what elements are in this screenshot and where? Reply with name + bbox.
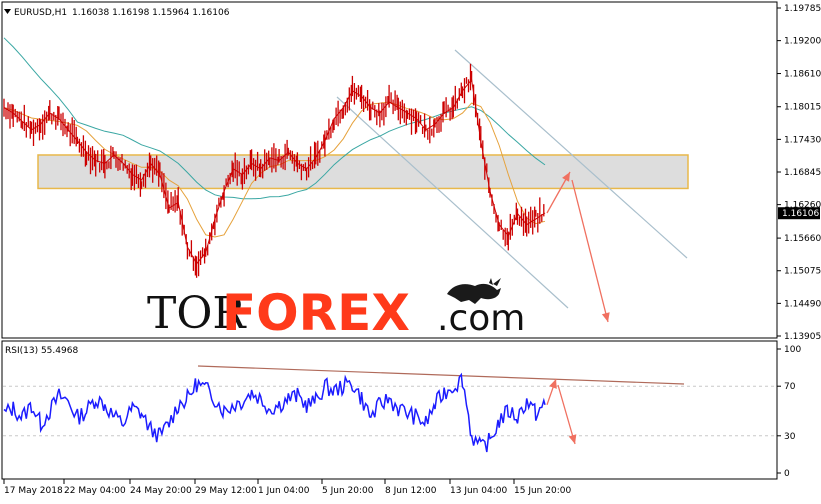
price-tick-label: 1.18015	[784, 103, 821, 113]
chart-svg: EURUSD,H1 1.16038 1.16198 1.15964 1.1610…	[1, 1, 821, 496]
watermark: TOR FOREX .com	[147, 278, 525, 342]
price-tick-label: 1.15660	[784, 234, 821, 244]
time-tick-label: 29 May 12:00	[195, 486, 257, 496]
price-tick-label: 1.19785	[784, 4, 821, 14]
time-tick-label: 1 Jun 04:00	[258, 486, 310, 496]
rsi-tick-label: 0	[784, 469, 790, 479]
rsi-tick-label: 70	[784, 382, 796, 392]
chart-root: EURUSD,H1 1.16038 1.16198 1.15964 1.1610…	[0, 0, 821, 500]
watermark-forex: FOREX	[222, 284, 410, 342]
time-tick-label: 24 May 20:00	[130, 486, 192, 496]
last-price-tag: 1.16106	[778, 207, 820, 220]
watermark-com: .com	[437, 298, 525, 339]
time-tick-label: 15 Jun 20:00	[514, 486, 571, 496]
time-tick-label: 22 May 04:00	[64, 486, 126, 496]
rsi-panel-frame	[1, 340, 778, 480]
rsi-label: RSI(13) 55.4968	[5, 346, 78, 356]
price-tick-label: 1.16845	[784, 168, 821, 178]
price-axis: 1.19785 1.19200 1.18610 1.18015 1.17430 1.168…	[777, 4, 821, 342]
rsi-axis: 100 70 30 0	[777, 345, 801, 479]
price-tick-label: 1.19200	[784, 37, 821, 47]
time-axis: 17 May 2018 22 May 04:00 24 May 20:00 29 Ma…	[3, 479, 571, 496]
symbol-label: EURUSD,H1	[14, 8, 67, 18]
last-price-value: 1.16106	[782, 209, 819, 219]
price-tick-label: 1.18610	[784, 70, 821, 80]
rsi-tick-label: 30	[784, 432, 796, 442]
price-tick-label: 1.17430	[784, 135, 821, 145]
ohlc-label: 1.16038 1.16198 1.15964 1.16106	[72, 8, 230, 18]
time-tick-label: 13 Jun 04:00	[450, 486, 507, 496]
price-tick-label: 1.15075	[784, 267, 821, 277]
header: EURUSD,H1 1.16038 1.16198 1.15964 1.1610…	[4, 8, 230, 18]
rsi-tick-label: 100	[784, 345, 801, 355]
time-tick-label: 8 Jun 12:00	[385, 486, 437, 496]
time-tick-label: 5 Jun 20:00	[322, 486, 374, 496]
price-tick-label: 1.14490	[784, 299, 821, 309]
time-tick-label: 17 May 2018	[4, 486, 63, 496]
price-tick-label: 1.13905	[784, 332, 821, 342]
